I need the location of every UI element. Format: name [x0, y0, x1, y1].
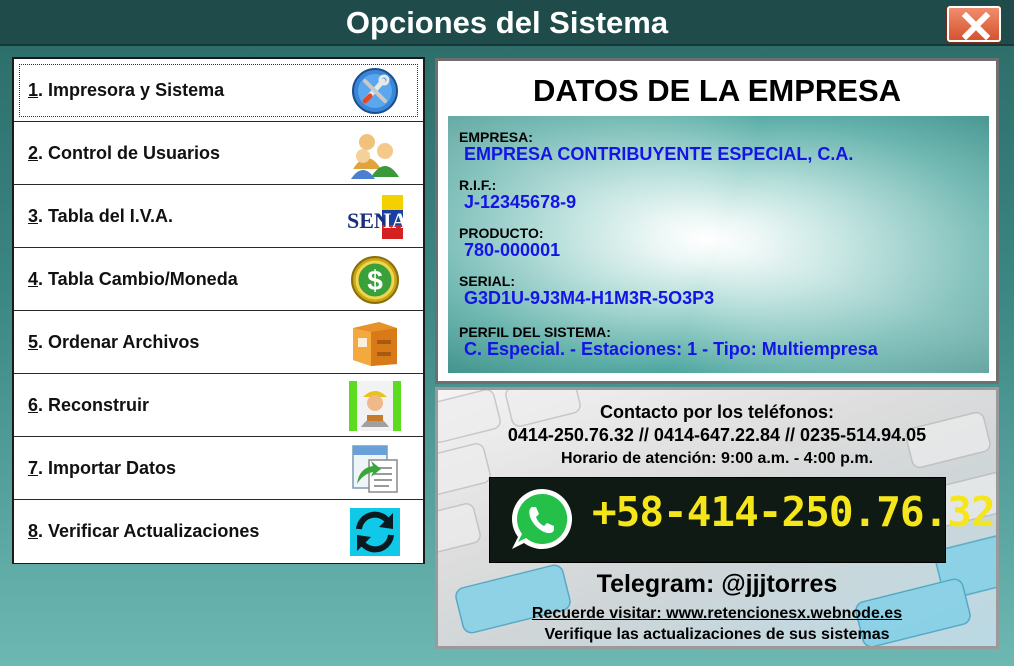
perfil-label: PERFIL DEL SISTEMA:	[459, 324, 611, 340]
menu-item-label: 3. Tabla del I.V.A.	[28, 206, 174, 226]
whatsapp-icon	[512, 489, 572, 549]
import-data-icon	[352, 445, 398, 493]
users-icon	[351, 134, 399, 179]
svg-text:IAT: IAT	[383, 208, 403, 233]
menu-item-ordenar-archivos[interactable]: 5. Ordenar Archivos	[14, 311, 423, 374]
close-button[interactable]	[947, 6, 1001, 42]
menu-item-label: 8. Verificar Actualizaciones	[28, 521, 260, 541]
menu-item-label: 2. Control de Usuarios	[28, 143, 221, 163]
menu-item-iva[interactable]: 3. Tabla del I.V.A. SEN IAT	[14, 185, 423, 248]
serial-label: SERIAL:	[459, 273, 515, 289]
svg-text:$: $	[367, 265, 383, 296]
website-link[interactable]: Recuerde visitar: www.retencionesx.webno…	[438, 605, 996, 623]
menu-item-label: 7. Importar Datos	[28, 458, 177, 478]
tools-icon	[352, 68, 398, 114]
refresh-icon	[350, 508, 400, 556]
file-drawer-icon	[353, 322, 397, 366]
menu-item-cambio-moneda[interactable]: 4. Tabla Cambio/Moneda $	[14, 248, 423, 311]
close-icon	[962, 12, 990, 40]
rif-value: J-12345678-9	[464, 192, 577, 212]
dollar-coin-icon: $	[351, 256, 399, 304]
menu-item-label: 4. Tabla Cambio/Moneda	[28, 269, 238, 289]
company-data-panel: DATOS DE LA EMPRESA EMPRESA: EMPRESA CON…	[435, 58, 999, 384]
contact-heading: Contacto por los teléfonos:	[600, 402, 834, 422]
contact-hours: Horario de atención: 9:00 a.m. - 4:00 p.…	[560, 450, 874, 467]
perfil-value: C. Especial. - Estaciones: 1 - Tipo: Mul…	[464, 339, 878, 359]
worker-icon	[349, 381, 401, 431]
producto-value: 780-000001	[464, 240, 561, 260]
whatsapp-banner[interactable]: +58-414-250.76.32	[489, 477, 996, 563]
menu-item-verificar-actualizaciones[interactable]: 8. Verificar Actualizaciones	[14, 500, 423, 563]
updates-note: Verifique las actualizaciones de sus sis…	[544, 626, 890, 643]
window-title: Opciones del Sistema	[345, 5, 669, 40]
telegram-handle: Telegram: @jjjtorres	[596, 570, 838, 598]
menu-item-impresora[interactable]: 1. Impresora y Sistema	[14, 59, 423, 122]
whatsapp-number: +58-414-250.76.32	[592, 488, 996, 536]
seniat-logo-icon: SEN IAT	[346, 195, 403, 239]
contact-phones: 0414-250.76.32 // 0414-647.22.84 // 0235…	[507, 425, 927, 445]
company-info: EMPRESA: EMPRESA CONTRIBUYENTE ESPECIAL,…	[448, 116, 989, 373]
menu-item-label: 1. Impresora y Sistema	[28, 80, 225, 100]
company-heading: DATOS DE LA EMPRESA	[532, 73, 902, 108]
rif-label: R.I.F.:	[459, 177, 497, 193]
menu-item-label: 6. Reconstruir	[28, 395, 150, 415]
options-menu: 1. Impresora y Sistema 2. Control de Usu…	[12, 57, 425, 564]
menu-item-usuarios[interactable]: 2. Control de Usuarios	[14, 122, 423, 185]
menu-item-reconstruir[interactable]: 6. Reconstruir	[14, 374, 423, 437]
empresa-label: EMPRESA:	[459, 129, 533, 145]
contact-panel: Contacto por los teléfonos: 0414-250.76.…	[435, 387, 999, 649]
empresa-value: EMPRESA CONTRIBUYENTE ESPECIAL, C.A.	[464, 144, 854, 164]
menu-item-label: 5. Ordenar Archivos	[28, 332, 200, 352]
menu-item-importar-datos[interactable]: 7. Importar Datos	[14, 437, 423, 500]
producto-label: PRODUCTO:	[459, 225, 544, 241]
serial-value: G3D1U-9J3M4-H1M3R-5O3P3	[464, 288, 715, 308]
